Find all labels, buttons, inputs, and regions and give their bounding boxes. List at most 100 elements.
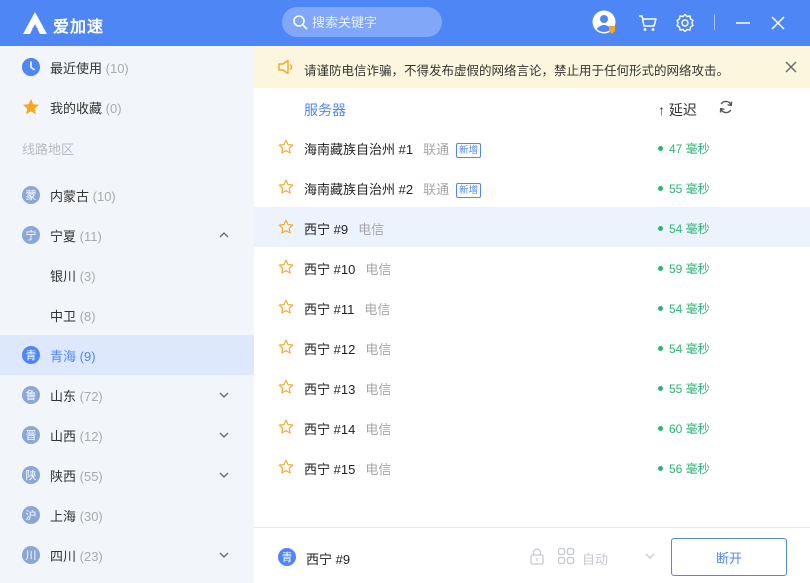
sidebar-item-label: 中卫 (8) (50, 308, 96, 324)
sidebar-item-favorites[interactable]: 我的收藏 (0) (0, 87, 254, 127)
new-badge: 新增 (456, 143, 482, 158)
sidebar-item-region[interactable]: 蒙 内蒙古 (10) (0, 175, 254, 215)
star-outline-icon[interactable] (278, 179, 294, 195)
isp-label: 电信 (365, 462, 392, 477)
star-outline-icon[interactable] (278, 339, 294, 355)
column-header-latency[interactable]: ↑ 延迟 (658, 100, 697, 120)
sidebar-item-label: 山东 (72) (50, 388, 103, 404)
server-row[interactable]: 西宁 #9 电信 54 毫秒 (254, 207, 810, 247)
notice-text: 请谨防电信诈骗，不得发布虚假的网络言论，禁止用于任何形式的网络攻击。 (304, 64, 730, 78)
sidebar-item-label: 上海 (30) (50, 508, 103, 524)
isp-label: 电信 (365, 382, 392, 397)
sidebar-item-recent[interactable]: 最近使用 (10) (0, 47, 254, 87)
minimize-button[interactable] (730, 10, 756, 36)
chevron-down-icon[interactable] (217, 388, 231, 402)
server-row[interactable]: 海南藏族自治州 #2 联通 新增 55 毫秒 (254, 167, 810, 207)
server-name: 海南藏族自治州 #1 联通 新增 (304, 139, 482, 158)
sidebar-subitem-city[interactable]: 银川 (3) (0, 255, 254, 295)
new-badge: 新增 (456, 183, 482, 198)
region-badge: 宁 (22, 226, 40, 244)
search-box[interactable] (282, 7, 442, 37)
column-header-server[interactable]: 服务器 (304, 100, 346, 120)
isp-label: 电信 (364, 302, 391, 317)
sidebar-item-region[interactable]: 鲁 山东 (72) (0, 375, 254, 415)
close-button[interactable] (765, 10, 791, 36)
user-avatar-button[interactable] (592, 10, 618, 36)
chevron-down-icon[interactable] (217, 468, 231, 482)
sidebar-item-label: 山西 (12) (50, 428, 103, 444)
chevron-down-icon[interactable] (217, 548, 231, 562)
server-row[interactable]: 西宁 #13 电信 55 毫秒 (254, 367, 810, 407)
server-name: 西宁 #12 电信 (304, 339, 391, 358)
server-row[interactable]: 西宁 #15 电信 56 毫秒 (254, 447, 810, 487)
star-outline-icon[interactable] (278, 299, 294, 315)
isp-label: 联通 (423, 142, 450, 157)
chevron-up-icon[interactable] (217, 228, 231, 242)
settings-button[interactable] (672, 10, 698, 36)
clock-icon (22, 58, 40, 76)
search-input[interactable] (312, 7, 437, 37)
server-label: 西宁 #9 (304, 222, 349, 237)
sidebar-item-region-selected[interactable]: 青 青海 (9) (0, 335, 254, 375)
refresh-icon[interactable] (718, 99, 734, 115)
star-outline-icon[interactable] (278, 459, 294, 475)
region-badge: 青 (278, 548, 296, 566)
server-name: 西宁 #14 电信 (304, 419, 391, 438)
server-name: 西宁 #13 电信 (304, 379, 391, 398)
sidebar-item-label: 最近使用 (10) (50, 60, 129, 76)
sidebar-item-label: 四川 (23) (50, 548, 103, 564)
star-outline-icon[interactable] (278, 419, 294, 435)
region-badge: 晋 (22, 426, 40, 444)
sidebar-item-region[interactable]: 晋 山西 (12) (0, 415, 254, 455)
server-label: 海南藏族自治州 #2 (304, 182, 414, 197)
close-icon (771, 16, 785, 30)
latency-value: 54 毫秒 (658, 220, 710, 237)
lock-icon[interactable] (528, 547, 546, 565)
chevron-down-icon[interactable] (644, 550, 656, 562)
server-row[interactable]: 西宁 #11 电信 54 毫秒 (254, 287, 810, 327)
server-row[interactable]: 西宁 #10 电信 59 毫秒 (254, 247, 810, 287)
sidebar-item-label: 内蒙古 (10) (50, 188, 116, 204)
server-name: 西宁 #15 电信 (304, 459, 391, 478)
disconnect-button[interactable]: 断开 (671, 538, 787, 576)
star-outline-icon[interactable] (278, 259, 294, 275)
server-row[interactable]: 西宁 #12 电信 54 毫秒 (254, 327, 810, 367)
speaker-icon (278, 59, 293, 75)
region-badge: 陕 (22, 466, 40, 484)
server-name: 西宁 #9 电信 (304, 219, 384, 238)
user-avatar-icon (592, 10, 616, 34)
chevron-down-icon[interactable] (217, 428, 231, 442)
star-outline-icon[interactable] (278, 139, 294, 155)
star-outline-icon[interactable] (278, 379, 294, 395)
minimize-icon (736, 22, 750, 24)
region-badge: 青 (22, 346, 40, 364)
sidebar-item-region[interactable]: 陕 陕西 (55) (0, 455, 254, 495)
latency-value: 55 毫秒 (658, 380, 710, 397)
app-logo-icon (23, 12, 47, 34)
sidebar-item-region[interactable]: 川 四川 (23) (0, 535, 254, 575)
star-outline-icon[interactable] (278, 219, 294, 235)
star-filled-icon (23, 99, 39, 115)
isp-label: 电信 (358, 222, 385, 237)
search-icon (293, 15, 308, 30)
sidebar-subitem-city[interactable]: 中卫 (8) (0, 295, 254, 335)
server-label: 海南藏族自治州 #1 (304, 142, 414, 157)
server-name: 海南藏族自治州 #2 联通 新增 (304, 179, 482, 198)
sidebar-item-label: 宁夏 (11) (50, 228, 102, 244)
close-icon[interactable] (784, 60, 798, 74)
app-name: 爱加速 (53, 19, 105, 36)
server-name: 西宁 #11 电信 (304, 299, 390, 318)
server-row[interactable]: 海南藏族自治州 #1 联通 新增 47 毫秒 (254, 127, 810, 167)
isp-label: 联通 (423, 182, 450, 197)
server-label: 西宁 #12 (304, 342, 356, 357)
section-title: 线路地区 (22, 142, 75, 157)
mode-select[interactable]: 自动 (582, 549, 608, 568)
sidebar-item-region[interactable]: 宁 宁夏 (11) (0, 215, 254, 255)
server-row[interactable]: 西宁 #14 电信 60 毫秒 (254, 407, 810, 447)
latency-value: 54 毫秒 (658, 340, 710, 357)
server-label: 西宁 #10 (304, 262, 356, 277)
sidebar-item-region[interactable]: 沪 上海 (30) (0, 495, 254, 535)
region-badge: 鲁 (22, 386, 40, 404)
cart-button[interactable] (635, 10, 661, 36)
server-label: 西宁 #11 (304, 302, 355, 317)
